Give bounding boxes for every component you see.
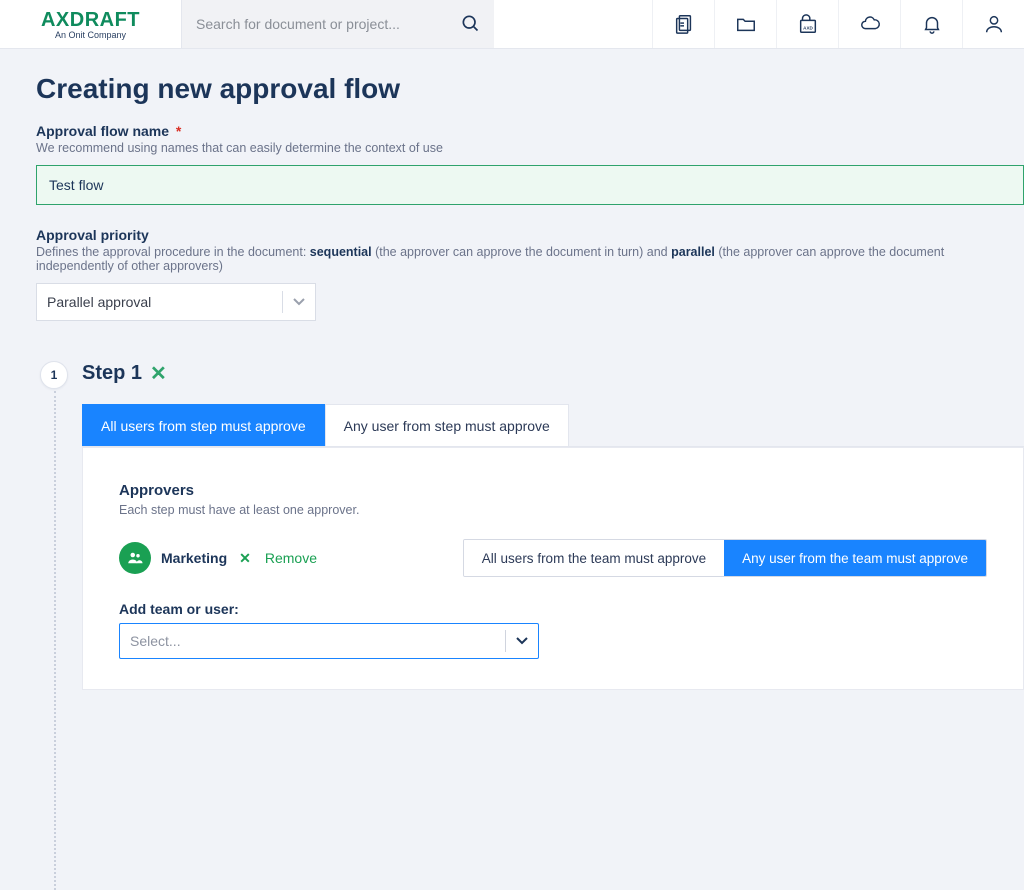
select-separator — [505, 630, 506, 652]
flow-name-label: Approval flow name — [36, 123, 169, 139]
delete-step-button[interactable]: ✕ — [150, 361, 167, 386]
priority-select-value: Parallel approval — [47, 294, 151, 310]
marketplace-icon[interactable]: AXD — [776, 0, 838, 48]
step-index-badge: 1 — [40, 361, 68, 389]
approvers-hint: Each step must have at least one approve… — [119, 503, 987, 517]
user-icon[interactable] — [962, 0, 1024, 48]
priority-hint-par: parallel — [671, 245, 715, 259]
flow-name-hint: We recommend using names that can easily… — [36, 141, 1024, 155]
team-rule-all[interactable]: All users from the team must approve — [464, 540, 724, 576]
brand-logo[interactable]: AXDRAFT An Onit Company — [0, 0, 182, 48]
search-icon[interactable] — [460, 13, 480, 36]
chevron-down-icon — [516, 633, 528, 649]
bell-icon[interactable] — [900, 0, 962, 48]
main-content: Creating new approval flow Approval flow… — [0, 49, 1024, 690]
priority-hint-seq: sequential — [310, 245, 372, 259]
required-asterisk: * — [176, 123, 181, 139]
timeline-line — [54, 391, 56, 890]
header-icon-group: AXD — [652, 0, 1024, 48]
tab-all-users-step[interactable]: All users from step must approve — [82, 404, 325, 446]
chevron-down-icon — [293, 294, 305, 310]
documents-icon[interactable] — [652, 0, 714, 48]
page-title: Creating new approval flow — [36, 73, 1024, 105]
step-rule-tabs: All users from step must approve Any use… — [82, 404, 1024, 447]
step-block: 1 Step 1 ✕ All users from step must appr… — [36, 361, 1024, 690]
priority-select[interactable]: Parallel approval — [36, 283, 316, 321]
svg-text:AXD: AXD — [803, 26, 813, 31]
add-approver-placeholder: Select... — [130, 633, 181, 649]
add-approver-select[interactable]: Select... — [119, 623, 539, 659]
priority-hint-pre: Defines the approval procedure in the do… — [36, 245, 310, 259]
team-rule-toggle: All users from the team must approve Any… — [463, 539, 987, 577]
tab-any-user-step[interactable]: Any user from step must approve — [325, 404, 569, 446]
remove-approver-x[interactable]: ✕ — [239, 550, 251, 567]
folder-icon[interactable] — [714, 0, 776, 48]
approver-team-name: Marketing — [161, 550, 227, 566]
step-title: Step 1 — [82, 362, 142, 385]
add-approver-label: Add team or user: — [119, 601, 987, 617]
search-bar[interactable] — [182, 0, 494, 48]
priority-label: Approval priority — [36, 227, 1024, 243]
search-input[interactable] — [196, 16, 460, 32]
brand-name: AXDRAFT — [41, 9, 140, 32]
brand-tagline: An Onit Company — [55, 30, 126, 40]
flow-name-input[interactable] — [36, 165, 1024, 205]
cloud-icon[interactable] — [838, 0, 900, 48]
team-rule-any[interactable]: Any user from the team must approve — [724, 540, 986, 576]
priority-hint-mid: (the approver can approve the document i… — [372, 245, 672, 259]
select-separator — [282, 291, 283, 313]
app-header: AXDRAFT An Onit Company AXD — [0, 0, 1024, 49]
team-avatar-icon — [119, 542, 151, 574]
remove-approver-link[interactable]: Remove — [265, 550, 317, 566]
step-card: Approvers Each step must have at least o… — [82, 447, 1024, 690]
priority-hint: Defines the approval procedure in the do… — [36, 245, 1024, 273]
approvers-heading: Approvers — [119, 482, 987, 499]
approver-row: Marketing ✕ Remove All users from the te… — [119, 539, 987, 577]
